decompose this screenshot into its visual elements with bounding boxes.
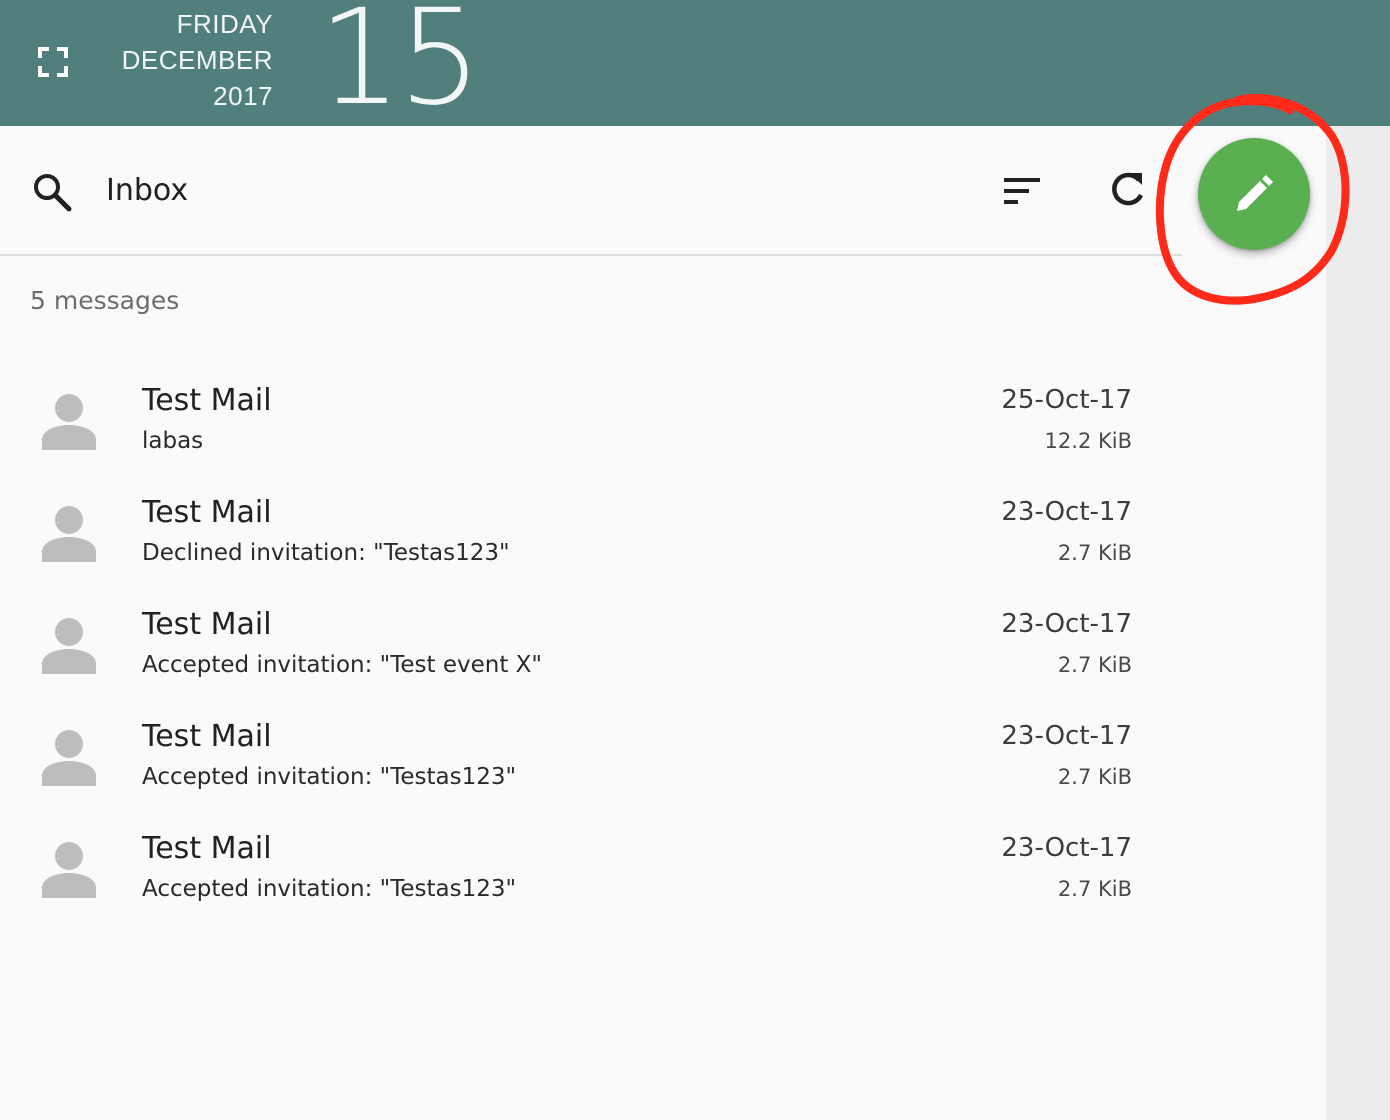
message-list: Test Mail labas 25-Oct-17 12.2 KiB Test … xyxy=(0,374,1182,934)
avatar-icon xyxy=(42,730,96,786)
message-size: 2.7 KiB xyxy=(1057,765,1132,789)
folder-title: Inbox xyxy=(106,173,189,208)
message-date: 23-Oct-17 xyxy=(1001,721,1132,751)
message-date: 23-Oct-17 xyxy=(1001,833,1132,863)
sort-icon[interactable] xyxy=(1000,172,1044,210)
header-bar: FRIDAY DECEMBER 2017 15 xyxy=(0,0,1390,135)
weekday-label: FRIDAY xyxy=(176,9,273,39)
message-date: 25-Oct-17 xyxy=(1001,385,1132,415)
day-number: 15 xyxy=(318,0,482,135)
message-row[interactable]: Test Mail Declined invitation: "Testas12… xyxy=(0,486,1182,598)
message-subject: Accepted invitation: "Testas123" xyxy=(142,876,517,902)
year-label: 2017 xyxy=(213,81,273,111)
fullscreen-icon[interactable] xyxy=(36,45,70,79)
message-size: 2.7 KiB xyxy=(1057,653,1132,677)
message-size: 2.7 KiB xyxy=(1057,877,1132,901)
refresh-icon[interactable] xyxy=(1104,167,1150,213)
message-sender: Test Mail xyxy=(142,383,272,418)
search-icon[interactable] xyxy=(30,170,74,214)
message-size: 12.2 KiB xyxy=(1044,429,1132,453)
message-row[interactable]: Test Mail Accepted invitation: "Testas12… xyxy=(0,710,1182,822)
message-subject: Accepted invitation: "Testas123" xyxy=(142,764,517,790)
date-text: FRIDAY DECEMBER 2017 xyxy=(122,6,273,114)
message-row[interactable]: Test Mail labas 25-Oct-17 12.2 KiB xyxy=(0,374,1182,486)
message-row[interactable]: Test Mail Accepted invitation: "Test eve… xyxy=(0,598,1182,710)
compose-button[interactable] xyxy=(1198,138,1310,250)
message-sender: Test Mail xyxy=(142,495,272,530)
message-subject: labas xyxy=(142,428,204,454)
avatar-icon xyxy=(42,618,96,674)
message-row[interactable]: Test Mail Accepted invitation: "Testas12… xyxy=(0,822,1182,934)
message-sender: Test Mail xyxy=(142,831,272,866)
month-label: DECEMBER xyxy=(121,45,273,75)
avatar-icon xyxy=(42,506,96,562)
avatar-icon xyxy=(42,842,96,898)
message-count: 5 messages xyxy=(30,286,180,315)
message-subject: Accepted invitation: "Test event X" xyxy=(142,652,542,678)
message-date: 23-Oct-17 xyxy=(1001,609,1132,639)
message-date: 23-Oct-17 xyxy=(1001,497,1132,527)
message-subject: Declined invitation: "Testas123" xyxy=(142,540,510,566)
toolbar-divider xyxy=(0,254,1182,256)
pencil-icon xyxy=(1237,175,1273,211)
scrollbar-track[interactable] xyxy=(1326,126,1390,1120)
message-sender: Test Mail xyxy=(142,607,272,642)
message-sender: Test Mail xyxy=(142,719,272,754)
message-size: 2.7 KiB xyxy=(1057,541,1132,565)
avatar-icon xyxy=(42,394,96,450)
